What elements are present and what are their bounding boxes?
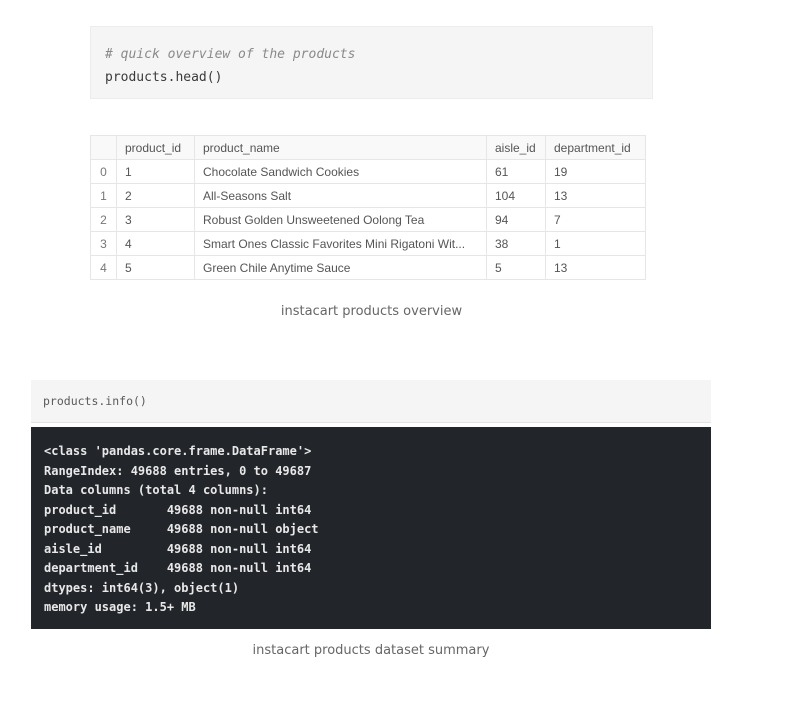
cell-product-name: Chocolate Sandwich Cookies [194, 159, 487, 184]
product-name-text: Robust Golden Unsweetened Oolong Tea [203, 212, 425, 227]
cell-aisle-id: 5 [486, 255, 546, 280]
table-row: 4 5 Green Chile Anytime Sauce 5 13 [90, 255, 646, 280]
output-line: Data columns (total 4 columns): [44, 483, 268, 497]
cell-product-name: All-Seasons Salt [194, 183, 487, 208]
cell-product-name: Robust Golden Unsweetened Oolong Tea [194, 207, 487, 232]
output-line: product_name 49688 non-null object [44, 522, 319, 536]
cell-department-id: 7 [545, 207, 646, 232]
row-index: 4 [90, 255, 117, 280]
table-header-row: product_id product_name aisle_id departm… [90, 135, 646, 160]
cell-product-id: 5 [116, 255, 195, 280]
cell-product-id: 1 [116, 159, 195, 184]
table-row: 1 2 All-Seasons Salt 104 13 [90, 183, 646, 208]
output-line: memory usage: 1.5+ MB [44, 600, 196, 614]
product-name-text: Smart Ones Classic Favorites Mini Rigato… [203, 236, 466, 251]
cell-aisle-id: 38 [486, 231, 546, 256]
table-row: 3 4 Smart Ones Classic Favorites Mini Ri… [90, 231, 646, 256]
column-header-aisle-id: aisle_id [486, 135, 546, 160]
code-cell-info: products.info() [31, 380, 711, 423]
column-header-department-id: department_id [545, 135, 646, 160]
row-index: 3 [90, 231, 117, 256]
output-line: aisle_id 49688 non-null int64 [44, 541, 312, 556]
table-caption: instacart products overview [280, 304, 463, 319]
code-line: products.info() [43, 394, 147, 408]
row-index: 1 [90, 183, 117, 208]
cell-aisle-id: 94 [486, 207, 546, 232]
cell-product-name: Green Chile Anytime Sauce [194, 255, 487, 280]
code-cell-head: # quick overview of the products product… [90, 26, 653, 99]
cell-department-id: 19 [545, 159, 646, 184]
output-line: department_id 49688 non-null int64 [44, 561, 312, 575]
cell-department-id: 1 [545, 231, 646, 256]
info-output: <class 'pandas.core.frame.DataFrame'> Ra… [31, 427, 711, 629]
column-header-product-name: product_name [194, 135, 487, 160]
cell-product-id: 2 [116, 183, 195, 208]
row-index: 0 [90, 159, 117, 184]
code-line: products.head() [105, 70, 223, 85]
row-index: 2 [90, 207, 117, 232]
product-name-text: Chocolate Sandwich Cookies [203, 164, 360, 179]
cell-department-id: 13 [545, 255, 646, 280]
output-line: product_id 49688 non-null int64 [44, 502, 312, 517]
products-head-table: product_id product_name aisle_id departm… [90, 135, 646, 280]
product-name-text: All-Seasons Salt [203, 188, 292, 203]
cell-aisle-id: 104 [486, 183, 546, 208]
cell-product-id: 4 [116, 231, 195, 256]
output-line: <class 'pandas.core.frame.DataFrame'> [44, 444, 312, 458]
output-line: dtypes: int64(3), object(1) [44, 580, 240, 595]
code-comment: # quick overview of the products [105, 47, 356, 62]
index-header [90, 135, 117, 160]
column-header-product-id: product_id [116, 135, 195, 160]
table-row: 2 3 Robust Golden Unsweetened Oolong Tea… [90, 207, 646, 232]
product-name-text: Green Chile Anytime Sauce [203, 260, 351, 275]
output-caption: instacart products dataset summary [252, 643, 490, 658]
cell-product-id: 3 [116, 207, 195, 232]
table-row: 0 1 Chocolate Sandwich Cookies 61 19 [90, 159, 646, 184]
cell-product-name: Smart Ones Classic Favorites Mini Rigato… [194, 231, 487, 256]
cell-department-id: 13 [545, 183, 646, 208]
output-line: RangeIndex: 49688 entries, 0 to 49687 [44, 463, 312, 478]
cell-aisle-id: 61 [486, 159, 546, 184]
